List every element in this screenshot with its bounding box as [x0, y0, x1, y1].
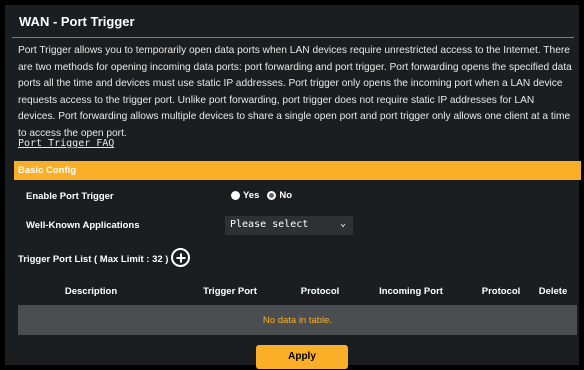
basic-config-header-bar: [14, 161, 581, 180]
port-trigger-faq-link[interactable]: Port Trigger FAQ: [18, 138, 114, 149]
title-divider: [12, 37, 574, 38]
well-known-apps-select[interactable]: Please select ⌄: [225, 216, 353, 235]
col-incoming-port: Incoming Port: [379, 286, 443, 297]
trigger-table-header: Description Trigger Port Protocol Incomi…: [18, 278, 577, 303]
well-known-apps-label: Well-Known Applications: [26, 220, 140, 231]
port-trigger-panel: WAN - Port Trigger Port Trigger allows y…: [5, 5, 581, 369]
table-empty-row: No data in table.: [18, 305, 577, 335]
trigger-port-list-title: Trigger Port List ( Max Limit : 32 ): [18, 254, 169, 265]
basic-config-header: Basic Config: [18, 165, 77, 176]
enable-port-trigger-label: Enable Port Trigger: [26, 191, 114, 202]
apply-button[interactable]: Apply: [256, 345, 348, 369]
col-protocol-2: Protocol: [481, 286, 521, 297]
enable-no-label[interactable]: No: [279, 190, 292, 201]
empty-table-message: No data in table.: [262, 315, 333, 326]
enable-yes-label[interactable]: Yes: [243, 190, 259, 201]
chevron-down-icon: ⌄: [339, 218, 346, 229]
enable-port-trigger-radios: Yes No: [231, 190, 300, 201]
enable-yes-radio[interactable]: [231, 191, 240, 200]
enable-no-radio[interactable]: [267, 191, 277, 200]
well-known-apps-value: Please select: [230, 219, 309, 230]
add-circle-icon[interactable]: [171, 248, 190, 267]
page-description: Port Trigger allows you to temporarily o…: [18, 45, 572, 139]
col-delete: Delete: [538, 286, 568, 297]
col-protocol: Protocol: [300, 286, 340, 297]
col-trigger-port: Trigger Port: [203, 286, 257, 297]
col-description: Description: [64, 286, 118, 297]
page-title: WAN - Port Trigger: [19, 14, 135, 29]
